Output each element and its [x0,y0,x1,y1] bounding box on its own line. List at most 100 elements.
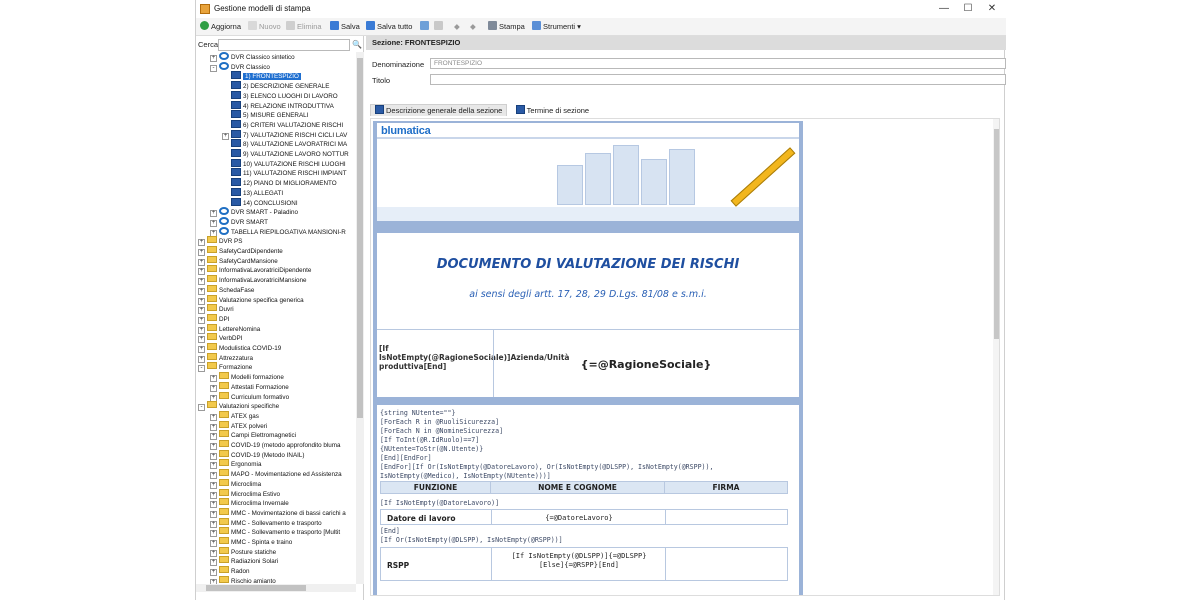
tree-node[interactable]: + Campi Elettromagnetici [210,430,296,441]
collapse-icon[interactable]: - [210,64,217,72]
document-icon [231,100,241,109]
tree-node[interactable]: + TABELLA RIEPILOGATIVA MANSIONI-R [210,226,346,237]
tab-label: Termine di sezione [526,106,590,115]
section-header: Sezione: FRONTESPIZIO [366,36,1006,50]
paste-button[interactable] [434,21,445,33]
tree-node[interactable]: - Formazione [198,362,252,373]
minimize-button[interactable]: — [934,2,954,16]
save-all-icon [366,21,375,30]
maximize-button[interactable]: ☐ [958,2,978,16]
tree-node[interactable]: + InformativaLavoratriciMansione [198,275,307,286]
search-icon[interactable]: 🔍 [352,40,362,50]
titolo-input[interactable] [430,74,1006,85]
nuovo-button[interactable]: Nuovo [248,21,281,33]
copy-icon [420,21,429,30]
search-label: Cerca [198,40,219,49]
tree-node[interactable]: + Microclima Estivo [210,488,280,499]
search-input[interactable] [218,39,350,51]
denominazione-input[interactable]: FRONTESPIZIO [430,58,1006,69]
tree-node[interactable]: + Posture statiche [210,546,276,557]
tree-node[interactable]: + COVID-19 (Metodo INAIL) [210,449,305,460]
aggiorna-button[interactable]: Aggiorna [200,21,241,33]
tree-node[interactable]: + MAPO - Movimentazione ed Assistenza [210,469,342,480]
tree-node[interactable]: 11) VALUTAZIONE RISCHI IMPIANT [222,168,347,178]
tree-node[interactable]: + Radon [210,566,250,577]
tree-node[interactable]: 4) RELAZIONE INTRODUTTIVA [222,100,334,111]
tree-node[interactable]: 14) CONCLUSIONI [222,197,298,208]
tree-node[interactable]: 12) PIANO DI MIGLIORAMENTO [222,178,337,188]
tree-node[interactable]: + Microclima Invernale [210,498,289,509]
scroll-thumb[interactable] [206,585,306,591]
tree-node[interactable]: + Curriculum formativo [210,391,289,402]
tree-horizontal-scrollbar[interactable] [196,584,356,592]
tree-node[interactable]: + Valutazione specifica generica [198,294,304,305]
tab-termine[interactable]: Termine di sezione [512,105,594,117]
cell-divider [665,510,666,524]
tree-node[interactable]: + SchedaFase [198,284,254,295]
tree-node-label: 1) FRONTESPIZIO [243,73,301,81]
tree-node[interactable]: 13) ALLEGATI [222,187,283,198]
copy-button[interactable] [420,21,431,33]
tab-descrizione[interactable]: Descrizione generale della sezione [370,104,508,116]
tree-node[interactable]: + Modelli formazione [210,372,284,383]
elimina-button[interactable]: Elimina [286,21,322,33]
move-down-button[interactable]: ◆ [470,21,476,33]
rich-text-editor[interactable]: blumatica DOCUMENTO DI VALUTAZIONE DEI R… [370,118,1000,596]
tree-node[interactable]: + COVID-19 (metodo approfondito bluma [210,440,341,450]
collapse-icon[interactable]: - [198,404,205,412]
tree-node[interactable]: + SafetyCardDipendente [198,246,283,256]
tree-node[interactable]: + InformativaLavoratriciDipendente [198,265,311,276]
tree-node[interactable]: + Ergonomia [210,459,261,470]
move-up-button[interactable]: ◆ [454,21,460,33]
tree-node[interactable]: + Attestati Formazione [210,381,289,392]
tree-vertical-scrollbar[interactable] [356,52,364,584]
tree-node[interactable]: + DVR SMART [210,216,268,227]
aggiorna-label: Aggiorna [211,22,242,31]
tree-node[interactable]: +7) VALUTAZIONE RISCHI CICLI LAV [222,129,347,140]
tree-node[interactable]: 5) MISURE GENERALI [222,110,308,120]
strumenti-button[interactable]: Strumenti ▾ [532,21,581,33]
tree-node[interactable]: + LettereNomina [198,323,260,334]
tree-node[interactable]: 1) FRONTESPIZIO [222,71,301,81]
salva-tutto-button[interactable]: Salva tutto [366,21,412,33]
tree-node[interactable]: + MMC - Spinta e traino [210,537,292,547]
tree-node[interactable]: 10) VALUTAZIONE RISCHI LUOGHI [222,158,346,169]
tree-node[interactable]: + DVR SMART - Paladino [210,207,298,218]
scroll-thumb[interactable] [357,58,363,418]
tree-node[interactable]: + Duvri [198,304,234,315]
editor-vertical-scrollbar[interactable] [993,119,999,595]
tree-node[interactable]: - DVR Classico [210,61,270,72]
tree-node[interactable]: + MMC - Sollevamento e trasporto [Multit [210,527,340,538]
tree-node[interactable]: 9) VALUTAZIONE LAVORO NOTTUR [222,149,349,159]
tree-node-label: MMC - Movimentazione di bassi carichi a [231,509,346,517]
tree-node[interactable]: + Radiazioni Solari [210,556,278,567]
tree-node[interactable]: + DVR Classico sintetico [210,52,295,62]
tree-node[interactable]: 3) ELENCO LUOGHI DI LAVORO [222,90,338,101]
tree-node[interactable]: + DPI [198,313,230,324]
tree-node[interactable]: + Microclima [210,478,261,489]
tree-node[interactable]: + DVR PS [198,236,242,247]
tree-node[interactable]: 6) CRITERI VALUTAZIONE RISCHI [222,119,344,130]
tree-node-label: 6) CRITERI VALUTAZIONE RISCHI [243,121,344,129]
tree-node[interactable]: + ATEX gas [210,410,259,421]
tree-node[interactable]: + SafetyCardMansione [198,255,278,266]
tree-node-label: ATEX gas [231,412,259,420]
tree-node[interactable]: - Valutazioni specifiche [198,401,279,412]
tree-node[interactable]: + ATEX polveri [210,420,267,431]
folder-icon [219,420,229,428]
tree-node[interactable]: + VerbDPI [198,333,242,344]
salva-button[interactable]: Salva [330,21,360,33]
tree-node[interactable]: 2) DESCRIZIONE GENERALE [222,81,329,91]
scroll-thumb[interactable] [994,129,999,339]
tree-node[interactable]: + MMC - Sollevamento e trasporto [210,517,322,528]
col-firma: FIRMA [664,481,788,494]
tree-node[interactable]: + Attrezzatura [198,352,253,363]
close-button[interactable]: ✕ [982,2,1002,16]
tree-node[interactable]: + Modulistica COVID-19 [198,343,281,353]
tree-node[interactable]: + MMC - Movimentazione di bassi carichi a [210,507,346,518]
tree-node-label: SafetyCardDipendente [219,248,283,255]
tree-node[interactable]: 8) VALUTAZIONE LAVORATRICI MA [222,139,347,149]
collapse-icon[interactable]: - [198,365,205,373]
tree-node[interactable]: + Rischio amianto [210,575,276,584]
stampa-button[interactable]: Stampa [488,21,525,33]
